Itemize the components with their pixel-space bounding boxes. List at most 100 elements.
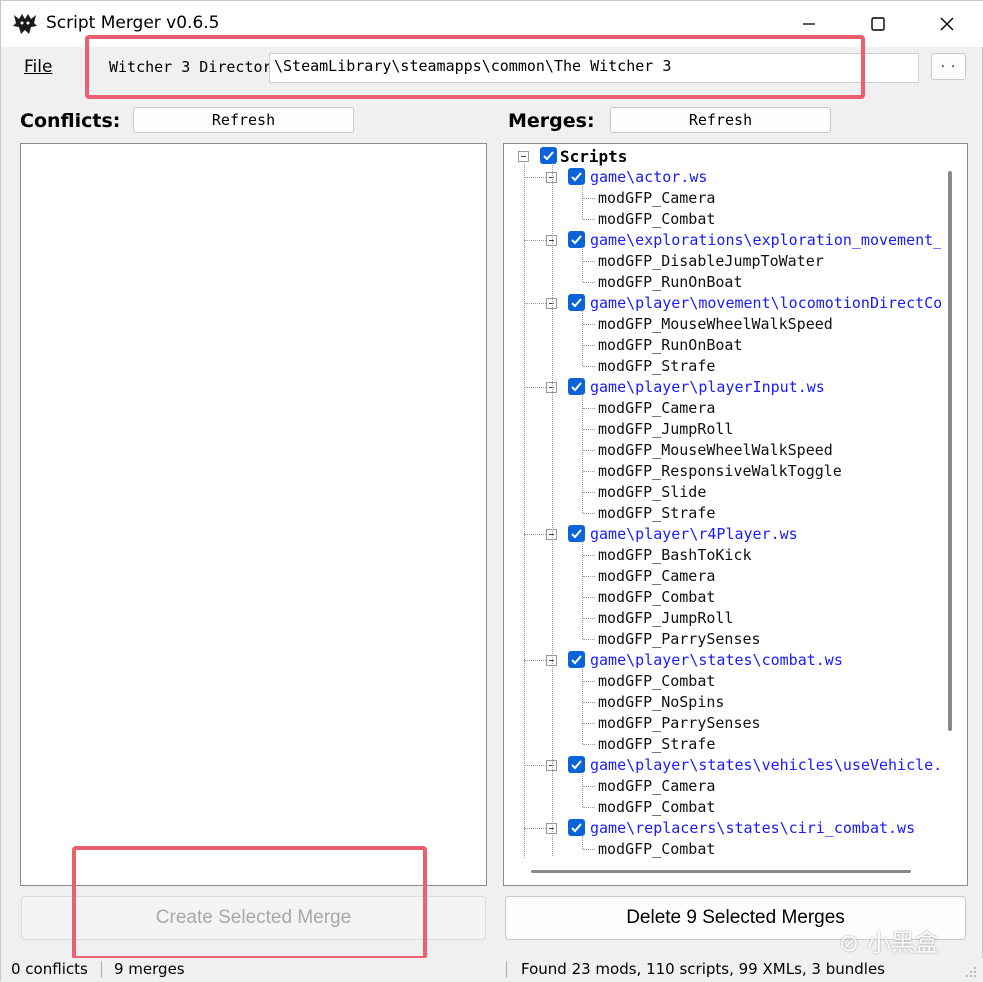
tree-connector xyxy=(582,835,583,849)
tree-connector xyxy=(583,261,595,262)
tree-connector xyxy=(582,541,583,639)
tree-file-item[interactable]: game\actor.ws xyxy=(590,167,707,188)
title-bar: Script Merger v0.6.5 xyxy=(1,1,983,47)
minimize-button[interactable] xyxy=(781,1,837,47)
tree-mod-item[interactable]: modGFP_Combat xyxy=(598,797,715,818)
tree-file-item[interactable]: game\player\states\vehicles\useVehicle. xyxy=(590,755,941,776)
tree-mod-item[interactable]: modGFP_Strafe xyxy=(598,356,715,377)
tree-connector xyxy=(583,282,595,283)
tree-connector xyxy=(583,618,595,619)
tree-connector xyxy=(583,471,595,472)
file-checkbox[interactable] xyxy=(568,525,585,542)
tree-mod-item[interactable]: modGFP_JumpRoll xyxy=(598,608,733,629)
wolf-logo-icon xyxy=(12,11,38,37)
tree-connector xyxy=(524,828,546,829)
directory-field[interactable]: \SteamLibrary\steamapps\common\The Witch… xyxy=(269,53,919,83)
tree-connector xyxy=(583,450,595,451)
tree-connector xyxy=(524,177,546,178)
merges-refresh-button[interactable]: Refresh xyxy=(610,107,831,133)
create-merge-button[interactable]: Create Selected Merge xyxy=(21,896,486,940)
tree-connector xyxy=(583,324,595,325)
tree-connector xyxy=(524,534,546,535)
file-checkbox[interactable] xyxy=(568,651,585,668)
tree-connector xyxy=(524,765,546,766)
root-checkbox[interactable] xyxy=(540,147,557,164)
tree-mod-item[interactable]: modGFP_ParrySenses xyxy=(598,713,761,734)
merges-heading: Merges: xyxy=(508,110,595,132)
status-divider xyxy=(101,961,102,978)
tree-connector xyxy=(582,184,583,219)
tree-mod-item[interactable]: modGFP_Combat xyxy=(598,839,715,858)
status-bar: 0 conflicts 9 merges Found 23 mods, 110 … xyxy=(1,958,983,982)
browse-button[interactable]: . . xyxy=(931,53,966,80)
horizontal-scrollbar[interactable] xyxy=(531,870,911,873)
tree-connector xyxy=(582,772,583,807)
file-checkbox[interactable] xyxy=(568,756,585,773)
resize-grip-icon[interactable] xyxy=(963,964,977,982)
tree-mod-item[interactable]: modGFP_Combat xyxy=(598,587,715,608)
tree-file-item[interactable]: game\player\states\combat.ws xyxy=(590,650,843,671)
window-title: Script Merger v0.6.5 xyxy=(46,13,220,33)
tree-file-item[interactable]: game\replacers\states\ciri_combat.ws xyxy=(590,818,915,839)
tree-mod-item[interactable]: modGFP_BashToKick xyxy=(598,545,752,566)
conflicts-refresh-button[interactable]: Refresh xyxy=(133,107,354,133)
tree-connector xyxy=(524,161,525,858)
tree-mod-item[interactable]: modGFP_JumpRoll xyxy=(598,419,733,440)
tree-file-item[interactable]: game\player\r4Player.ws xyxy=(590,524,798,545)
tree-connector xyxy=(524,240,546,241)
tree-mod-item[interactable]: modGFP_Strafe xyxy=(598,734,715,755)
conflicts-heading: Conflicts: xyxy=(20,110,121,132)
tree-connector xyxy=(583,786,595,787)
tree-mod-item[interactable]: modGFP_RunOnBoat xyxy=(598,335,743,356)
tree-file-item[interactable]: game\player\movement\locomotionDirectCo xyxy=(590,293,941,314)
tree-mod-item[interactable]: modGFP_Camera xyxy=(598,566,715,587)
tree-connector xyxy=(552,163,553,856)
tree-mod-item[interactable]: modGFP_Combat xyxy=(598,209,715,230)
tree-mod-item[interactable]: modGFP_Camera xyxy=(598,188,715,209)
tree-mod-item[interactable]: modGFP_Slide xyxy=(598,482,706,503)
tree-file-item[interactable]: game\player\playerInput.ws xyxy=(590,377,825,398)
tree-root-label: Scripts xyxy=(560,147,628,166)
tree-mod-item[interactable]: modGFP_ResponsiveWalkToggle xyxy=(598,461,842,482)
tree-connector xyxy=(583,576,595,577)
maximize-icon xyxy=(871,17,885,31)
tree-mod-item[interactable]: modGFP_Strafe xyxy=(598,503,715,524)
maximize-button[interactable] xyxy=(850,1,906,47)
conflicts-list[interactable] xyxy=(20,143,487,886)
minimize-icon xyxy=(803,23,815,25)
tree-mod-item[interactable]: modGFP_DisableJumpToWater xyxy=(598,251,824,272)
file-checkbox[interactable] xyxy=(568,819,585,836)
merges-tree[interactable]: Scripts game\actor.ws modGFP_Camera modGFP_… xyxy=(509,146,941,858)
tree-connector xyxy=(583,219,595,220)
tree-mod-item[interactable]: modGFP_NoSpins xyxy=(598,692,724,713)
watermark-logo: ⊘ 小黑盒 xyxy=(839,929,939,957)
tree-connector xyxy=(582,310,583,366)
status-summary: Found 23 mods, 110 scripts, 99 XMLs, 3 b… xyxy=(521,960,885,978)
vertical-scrollbar[interactable] xyxy=(948,171,952,731)
tree-connector xyxy=(583,366,595,367)
tree-mod-item[interactable]: modGFP_ParrySenses xyxy=(598,629,761,650)
tree-connector xyxy=(583,744,595,745)
status-merges: 9 merges xyxy=(114,960,185,978)
tree-file-item[interactable]: game\explorations\exploration_movement_ xyxy=(590,230,941,251)
file-menu[interactable]: File xyxy=(24,57,52,77)
file-checkbox[interactable] xyxy=(568,378,585,395)
file-checkbox[interactable] xyxy=(568,231,585,248)
tree-connector xyxy=(582,394,583,513)
tree-mod-item[interactable]: modGFP_MouseWheelWalkSpeed xyxy=(598,440,833,461)
tree-connector xyxy=(583,807,595,808)
file-checkbox[interactable] xyxy=(568,168,585,185)
tree-mod-item[interactable]: modGFP_Camera xyxy=(598,776,715,797)
tree-connector xyxy=(583,513,595,514)
status-divider xyxy=(506,961,507,978)
tree-mod-item[interactable]: modGFP_Combat xyxy=(598,671,715,692)
tree-mod-item[interactable]: modGFP_Camera xyxy=(598,398,715,419)
tree-connector xyxy=(583,597,595,598)
tree-mod-item[interactable]: modGFP_RunOnBoat xyxy=(598,272,743,293)
file-checkbox[interactable] xyxy=(568,294,585,311)
close-button[interactable] xyxy=(919,1,975,47)
tree-connector xyxy=(583,555,595,556)
tree-connector xyxy=(583,849,595,850)
tree-mod-item[interactable]: modGFP_MouseWheelWalkSpeed xyxy=(598,314,833,335)
tree-connector xyxy=(524,303,546,304)
